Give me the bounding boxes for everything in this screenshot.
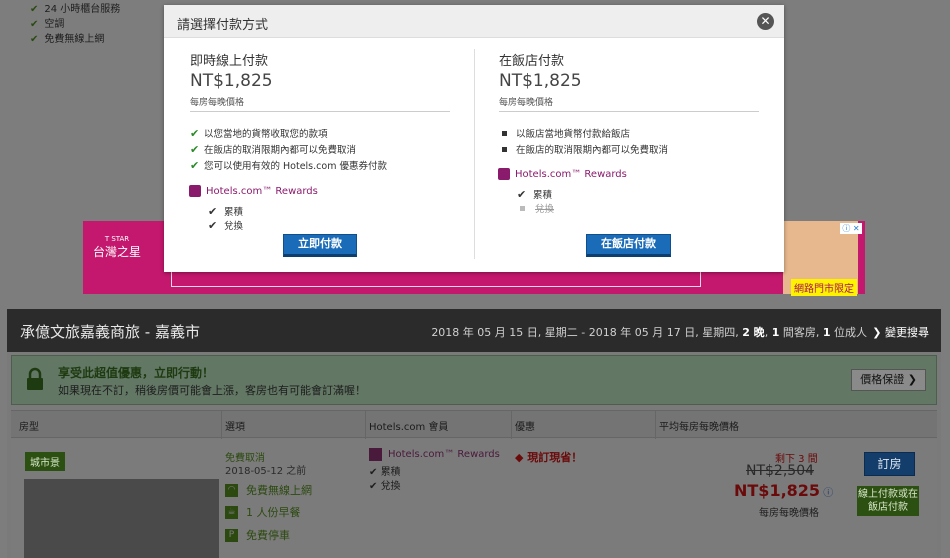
- rewards-item: ✔ 累積: [517, 187, 553, 202]
- column-header: 平均每房每晚價格: [659, 422, 739, 433]
- column-header: 房型: [19, 422, 39, 433]
- bullet-icon: [502, 146, 507, 152]
- original-price: NT$2,504: [746, 463, 815, 479]
- list-item: 在飯店的取消限期內都可以免費取消: [499, 142, 668, 156]
- table-row: 城市景 免費取消 2018-05-12 之前 ◠ 免費無線上網 ☕ 1 人份早餐 P…: [11, 439, 937, 558]
- info-icon[interactable]: ⓘ: [820, 488, 833, 499]
- pay-now-button[interactable]: 立即付款: [283, 234, 357, 257]
- check-icon: ✔: [30, 34, 39, 45]
- hotel-header: 承億文旅嘉義商旅 - 嘉義市 2018 年 05 月 15 日, 星期二 - 2…: [7, 309, 941, 352]
- check-icon: ✔: [190, 158, 200, 172]
- close-icon[interactable]: ✕: [757, 13, 774, 30]
- tag-icon: ◆: [515, 451, 528, 464]
- rewards-item-unavailable: 兌換: [517, 201, 554, 215]
- deal-subtitle: 如果現在不訂，稍後房價可能會上漲，客房也有可能會訂滿喔！: [58, 384, 366, 397]
- divider: [499, 111, 759, 112]
- modal-header: 請選擇付款方式 ✕: [164, 5, 784, 38]
- rewards-item: ✔ 累積: [208, 204, 244, 219]
- room-photo[interactable]: [24, 479, 219, 558]
- per-night-label: 每房每晚價格: [499, 98, 554, 108]
- check-icon: ✔: [517, 187, 527, 201]
- feature-item: P 免費停車: [225, 527, 290, 543]
- check-icon: ✔: [190, 142, 200, 156]
- stay-dates: 2018 年 05 月 15 日, 星期二 - 2018 年 05 月 17 日…: [431, 326, 867, 339]
- divider: [190, 111, 450, 112]
- pay-at-hotel-button[interactable]: 在飯店付款: [586, 234, 671, 257]
- cancel-deadline: 2018-05-12 之前: [225, 466, 307, 477]
- rewards-item: ✔ 累積: [369, 467, 401, 478]
- table-header: 房型 選項 Hotels.com 會員 優惠 平均每房每晚價格: [11, 410, 937, 438]
- amenity-item: ✔ 24 小時櫃台服務: [30, 4, 121, 15]
- rewards-item: ✔ 兌換: [208, 218, 244, 233]
- wifi-icon: ◠: [225, 483, 238, 497]
- coffee-icon: ☕: [225, 505, 238, 519]
- book-note: 線上付款或在飯店付款: [857, 486, 919, 516]
- list-item: ✔ 以您當地的貨幣收取您的款項: [190, 126, 328, 141]
- ad-tag: 網路門市限定: [791, 279, 857, 296]
- bullet-icon: [520, 205, 525, 211]
- column-header: 優惠: [515, 422, 535, 433]
- payment-modal: 請選擇付款方式 ✕ 即時線上付款 NT$1,825 每房每晚價格 ✔ 以您當地的貨…: [164, 5, 784, 272]
- ad-info-icon[interactable]: ⓘ ✕: [840, 223, 862, 234]
- amenities-list: ✔ 24 小時櫃台服務 ✔ 空調 ✔ 免費無線上網: [30, 2, 120, 47]
- ad-logo: T STAR 台灣之星: [93, 235, 142, 259]
- check-icon: ✔: [30, 4, 39, 15]
- check-icon: ✔: [208, 204, 218, 218]
- bullet-icon: [502, 130, 507, 136]
- rewards-icon: [189, 185, 201, 197]
- column-header: 選項: [225, 422, 245, 433]
- pay-online-column: 即時線上付款 NT$1,825 每房每晚價格 ✔ 以您當地的貨幣收取您的款項 ✔ 在…: [164, 38, 454, 272]
- amenity-item: ✔ 空調: [30, 19, 65, 30]
- per-night-label: 每房每晚價格: [759, 508, 819, 519]
- rewards-icon: [498, 168, 510, 180]
- pay-at-hotel-column: 在飯店付款 NT$1,825 每房每晚價格 以飯店當地貨幣付款給飯店 在飯店的取…: [473, 38, 784, 272]
- current-price: NT$1,825 ⓘ: [734, 481, 834, 500]
- list-item: 以飯店當地貨幣付款給飯店: [499, 126, 630, 140]
- check-icon: ✔: [30, 19, 39, 30]
- rewards-label: Hotels.com™ Rewards: [498, 168, 627, 180]
- check-icon: ✔: [190, 126, 200, 140]
- hotel-title: 承億文旅嘉義商旅 - 嘉義市: [20, 323, 200, 341]
- parking-icon: P: [225, 528, 238, 542]
- per-night-label: 每房每晚價格: [190, 98, 245, 108]
- column-header: Hotels.com 會員: [369, 422, 449, 433]
- promo-label: ◆ 現訂現省！: [515, 451, 583, 464]
- change-search-link[interactable]: ❯ 變更搜尋: [872, 324, 929, 340]
- modal-title: 請選擇付款方式: [177, 18, 269, 33]
- pay-at-hotel-heading: 在飯店付款: [499, 54, 565, 69]
- rewards-label: Hotels.com™ Rewards: [189, 185, 318, 197]
- pay-online-heading: 即時線上付款: [190, 54, 269, 69]
- rewards-item: ✔ 兌換: [369, 481, 401, 492]
- pay-online-price: NT$1,825: [190, 71, 273, 91]
- list-item: ✔ 您可以使用有效的 Hotels.com 優惠券付款: [190, 158, 387, 173]
- price-guarantee-button[interactable]: 價格保證 ❯: [851, 369, 926, 391]
- deal-title: 享受此超值優惠，立即行動！: [58, 366, 215, 380]
- feature-item: ☕ 1 人份早餐: [225, 504, 301, 520]
- list-item: ✔ 在飯店的取消限期內都可以免費取消: [190, 142, 357, 157]
- amenity-item: ✔ 免費無線上網: [30, 34, 105, 45]
- pay-at-hotel-price: NT$1,825: [499, 71, 582, 91]
- rewards-icon: [369, 448, 382, 461]
- rewards-label: Hotels.com™ Rewards: [369, 448, 500, 461]
- lock-icon: [27, 367, 43, 390]
- check-icon: ✔: [208, 218, 218, 232]
- feature-item: ◠ 免費無線上網: [225, 482, 312, 498]
- book-button[interactable]: 訂房: [864, 452, 915, 476]
- hotel-panel: 承億文旅嘉義商旅 - 嘉義市 2018 年 05 月 15 日, 星期二 - 2…: [7, 309, 941, 558]
- room-type-badge: 城市景: [25, 452, 65, 471]
- deal-banner: 享受此超值優惠，立即行動！ 如果現在不訂，稍後房價可能會上漲，客房也有可能會訂滿…: [11, 355, 937, 405]
